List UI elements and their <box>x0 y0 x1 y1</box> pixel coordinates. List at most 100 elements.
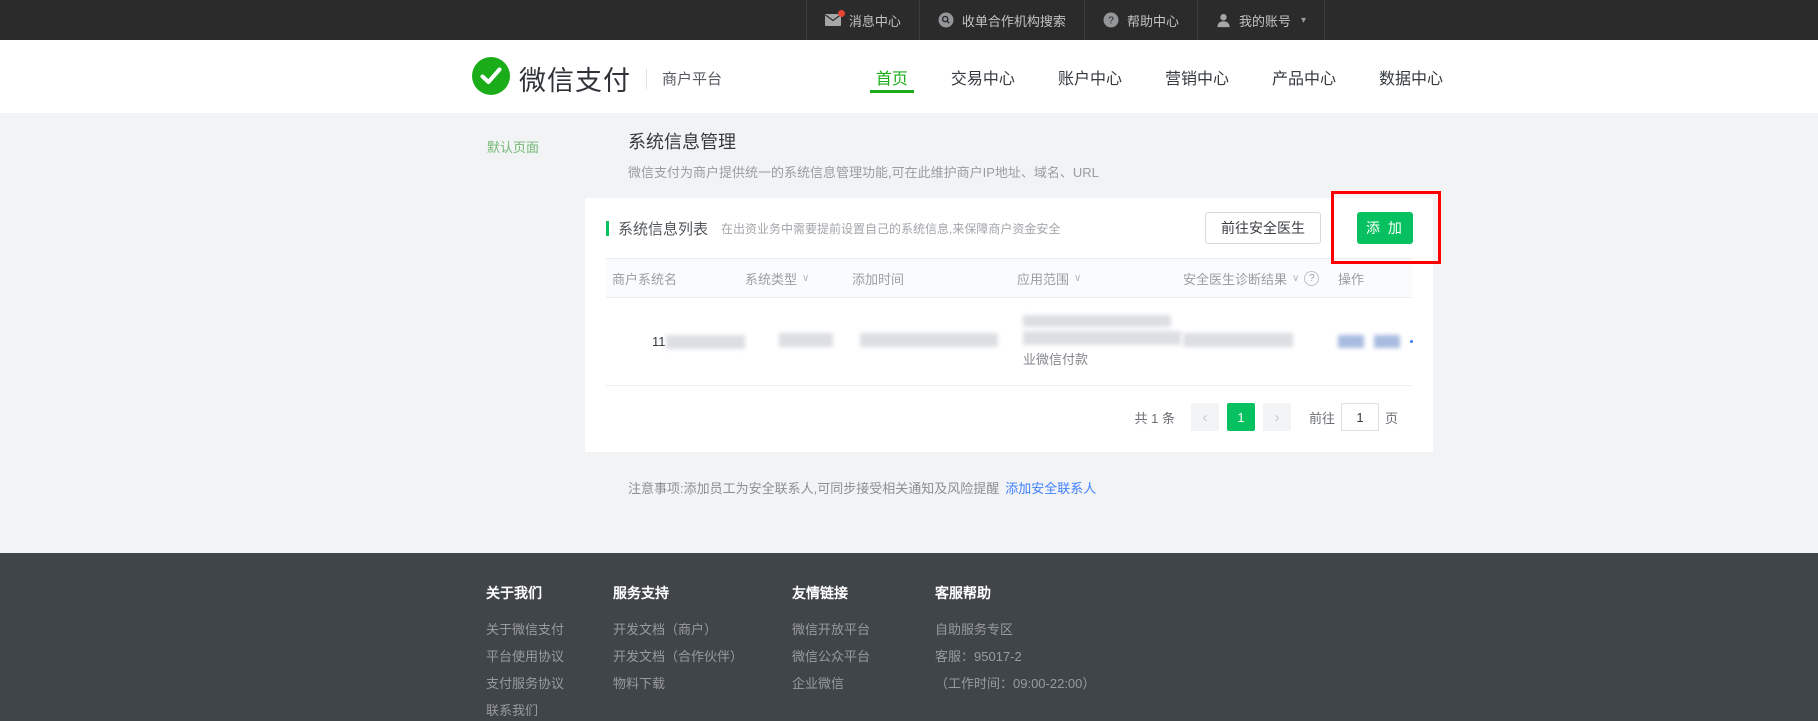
portal-name: 商户平台 <box>662 68 722 89</box>
content-area: 默认页面 系统信息管理 微信支付为商户提供统一的系统信息管理功能,可在此维护商户… <box>0 113 1818 553</box>
redacted-text <box>779 333 833 347</box>
system-name-visible: 11 <box>652 334 666 349</box>
footer-column-title: 友情链接 <box>792 583 870 603</box>
column-header-system-name: 商户系统名 <box>612 269 745 288</box>
cell-system-name: 11 <box>652 334 745 349</box>
pagination-next-button[interactable]: › <box>1263 403 1291 431</box>
brand-name: 微信支付 <box>519 59 631 98</box>
column-header-diagnosis-result[interactable]: 安全医生诊断结果 ∨ ? <box>1183 269 1338 288</box>
footer-column-title: 客服帮助 <box>935 583 1095 603</box>
redacted-text <box>1023 315 1171 327</box>
pagination-page-suffix: 页 <box>1385 408 1398 427</box>
footer-link-wechat-official-platform[interactable]: 微信公众平台 <box>792 643 870 670</box>
add-button[interactable]: 添 加 <box>1357 212 1413 244</box>
pagination-goto-label: 前往 <box>1309 408 1335 427</box>
add-security-contact-link[interactable]: 添加安全联系人 <box>1005 481 1096 496</box>
topbar-item-acquirer-search[interactable]: 收单合作机构搜索 <box>920 0 1084 40</box>
column-header-operations: 操作 <box>1338 269 1406 288</box>
nav-item-marketing-center[interactable]: 营销中心 <box>1165 40 1229 113</box>
footer-link-material-download[interactable]: 物料下载 <box>613 670 743 697</box>
user-icon <box>1216 13 1231 28</box>
sidebar-item-default-page[interactable]: 默认页面 <box>487 137 539 156</box>
table-row: 11 业微信付款 <box>606 298 1412 386</box>
chevron-down-icon: ▾ <box>1301 15 1306 26</box>
footer-column-title: 关于我们 <box>486 583 564 603</box>
divider <box>646 69 647 89</box>
nav-item-data-center[interactable]: 数据中心 <box>1379 40 1443 113</box>
redacted-link[interactable] <box>1374 335 1400 348</box>
footer-link-wechat-open-platform[interactable]: 微信开放平台 <box>792 616 870 643</box>
app-scope-visible: 业微信付款 <box>1023 349 1088 368</box>
nav-item-account-center[interactable]: 账户中心 <box>1058 40 1122 113</box>
column-header-system-type[interactable]: 系统类型 ∨ <box>745 269 852 288</box>
card-actions: 前往安全医生 添 加 <box>1205 212 1413 244</box>
help-icon[interactable]: ? <box>1304 271 1319 286</box>
nav-item-product-center[interactable]: 产品中心 <box>1272 40 1336 113</box>
pagination-goto-input[interactable] <box>1341 403 1379 431</box>
footer-link-contact-us[interactable]: 联系我们 <box>486 697 564 721</box>
system-info-card: 系统信息列表 在出资业务中需要提前设置自己的系统信息,来保障商户资金安全 前往安… <box>585 198 1433 452</box>
column-header-app-scope[interactable]: 应用范围 ∨ <box>1017 269 1183 288</box>
topbar-item-label: 我的账号 <box>1239 11 1291 30</box>
table-header-row: 商户系统名 系统类型 ∨ 添加时间 应用范围 ∨ 安全医生诊断结果 <box>606 258 1412 298</box>
mail-icon <box>825 14 841 26</box>
footer-link-platform-agreement[interactable]: 平台使用协议 <box>486 643 564 670</box>
topbar-item-help-center[interactable]: ? 帮助中心 <box>1085 0 1197 40</box>
footer-link-about-wechat-pay[interactable]: 关于微信支付 <box>486 616 564 643</box>
redacted-text <box>1023 331 1181 345</box>
nav-item-transaction-center[interactable]: 交易中心 <box>951 40 1015 113</box>
page-description: 微信支付为商户提供统一的系统信息管理功能,可在此维护商户IP地址、域名、URL <box>628 162 1099 181</box>
chevron-down-icon: ∨ <box>802 273 809 284</box>
cell-operations <box>1338 335 1413 348</box>
redacted-text <box>1410 340 1413 343</box>
footer-column-about-us: 关于我们 关于微信支付 平台使用协议 支付服务协议 联系我们 <box>486 583 564 721</box>
cell-system-type <box>779 333 852 350</box>
footer-column-friend-links: 友情链接 微信开放平台 微信公众平台 企业微信 <box>792 583 870 697</box>
redacted-link[interactable] <box>1338 335 1364 348</box>
topbar: 消息中心 收单合作机构搜索 ? 帮助中心 我的账号 <box>0 0 1818 40</box>
title-accent-bar <box>606 221 609 236</box>
footer-link-wecom[interactable]: 企业微信 <box>792 670 870 697</box>
footer-link-payment-service-agreement[interactable]: 支付服务协议 <box>486 670 564 697</box>
topbar-item-message-center[interactable]: 消息中心 <box>807 0 919 40</box>
cell-app-scope: 业微信付款 <box>1023 315 1183 368</box>
footer-link-self-service[interactable]: 自助服务专区 <box>935 616 1095 643</box>
chevron-down-icon: ∨ <box>1292 273 1299 284</box>
notification-badge <box>838 10 845 17</box>
topbar-item-my-account[interactable]: 我的账号 ▾ <box>1198 0 1324 40</box>
footer: 关于我们 关于微信支付 平台使用协议 支付服务协议 联系我们 服务支持 开发文档… <box>0 553 1818 721</box>
divider <box>1324 0 1325 40</box>
card-header: 系统信息列表 在出资业务中需要提前设置自己的系统信息,来保障商户资金安全 前往安… <box>585 198 1433 258</box>
column-header-add-time: 添加时间 <box>852 269 1017 288</box>
footer-column-title: 服务支持 <box>613 583 743 603</box>
footer-text-working-hours: （工作时间：09:00-22:00） <box>935 670 1095 697</box>
footer-column-service-support: 服务支持 开发文档（商户） 开发文档（合作伙伴） 物料下载 <box>613 583 743 697</box>
page: 消息中心 收单合作机构搜索 ? 帮助中心 我的账号 <box>0 0 1818 721</box>
pagination-page-1-button[interactable]: 1 <box>1227 403 1255 431</box>
redacted-text <box>860 333 998 347</box>
brand-logo[interactable]: 微信支付 商户平台 <box>472 57 722 100</box>
search-icon <box>938 12 954 28</box>
topbar-item-label: 帮助中心 <box>1127 11 1179 30</box>
topbar-group: 消息中心 收单合作机构搜索 ? 帮助中心 我的账号 <box>806 0 1325 40</box>
cell-diagnosis-result <box>1183 333 1338 350</box>
security-doctor-button[interactable]: 前往安全医生 <box>1205 212 1321 244</box>
notice-text: 注意事项:添加员工为安全联系人,可同步接受相关通知及风险提醒 <box>628 481 999 496</box>
header: 微信支付 商户平台 首页 交易中心 账户中心 营销中心 产品中心 数据中心 <box>0 40 1818 113</box>
question-icon: ? <box>1103 12 1119 28</box>
pagination: 共 1 条 ‹ 1 › 前往 页 <box>606 386 1412 431</box>
nav-item-home[interactable]: 首页 <box>876 40 908 113</box>
main-nav: 首页 交易中心 账户中心 营销中心 产品中心 数据中心 <box>876 40 1443 113</box>
list-hint: 在出资业务中需要提前设置自己的系统信息,来保障商户资金安全 <box>721 220 1060 237</box>
topbar-item-label: 消息中心 <box>849 11 901 30</box>
footer-link-dev-docs-merchant[interactable]: 开发文档（商户） <box>613 616 743 643</box>
wechat-pay-logo-icon <box>472 57 510 100</box>
svg-text:?: ? <box>1108 16 1114 27</box>
footer-link-dev-docs-partner[interactable]: 开发文档（合作伙伴） <box>613 643 743 670</box>
pagination-prev-button[interactable]: ‹ <box>1191 403 1219 431</box>
footer-text-hotline: 客服：95017-2 <box>935 643 1095 670</box>
cell-add-time <box>860 333 1017 350</box>
system-info-table: 商户系统名 系统类型 ∨ 添加时间 应用范围 ∨ 安全医生诊断结果 <box>606 258 1412 431</box>
redacted-text <box>1183 333 1293 347</box>
pagination-total: 共 1 条 <box>1135 408 1175 427</box>
